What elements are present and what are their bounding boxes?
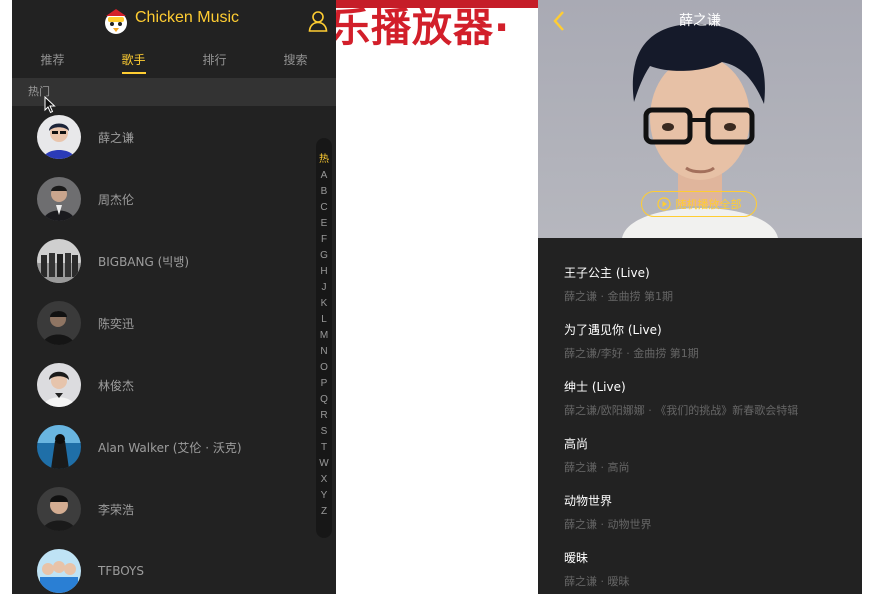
app-header: Chicken Music: [12, 0, 336, 42]
shortcut-item[interactable]: X: [316, 472, 332, 488]
song-name: 动物世界: [564, 494, 613, 508]
avatar: [37, 487, 81, 531]
singer-title: 薛之谦: [679, 13, 721, 29]
singer-detail-screen: 薛之谦 随机播放全部 王子公主 (Live) 薛之谦 · 金曲捞 第1期 为了遇…: [538, 0, 862, 594]
shortcut-item[interactable]: N: [316, 344, 332, 360]
singer-item[interactable]: 陈奕迅: [12, 292, 336, 354]
song-name: 王子公主 (Live): [564, 266, 650, 280]
song-item[interactable]: 王子公主 (Live) 薛之谦 · 金曲捞 第1期: [538, 252, 862, 309]
tab-recommend[interactable]: 推荐: [12, 42, 93, 78]
random-play-all-button[interactable]: 随机播放全部: [641, 191, 757, 217]
shortcut-item[interactable]: P: [316, 376, 332, 392]
group-title-hot: 热门: [12, 78, 336, 106]
song-name: 高尚: [564, 437, 589, 451]
singer-name: 陈奕迅: [98, 316, 135, 331]
singer-item[interactable]: TFBOYS: [12, 540, 336, 594]
avatar: [37, 549, 81, 593]
song-item[interactable]: 为了遇见你 (Live) 薛之谦/李好 · 金曲捞 第1期: [538, 309, 862, 366]
shortcut-item[interactable]: Q: [316, 392, 332, 408]
shortcut-item[interactable]: E: [316, 216, 332, 232]
app-title: Chicken Music: [135, 9, 240, 26]
shortcut-item[interactable]: K: [316, 296, 332, 312]
shortcut-item[interactable]: Z: [316, 504, 332, 520]
singer-item[interactable]: BIGBANG (빅뱅): [12, 230, 336, 292]
singer-name: Alan Walker (艾伦 · 沃克): [98, 440, 242, 455]
singer-item[interactable]: 林俊杰: [12, 354, 336, 416]
song-name: 暧昧: [564, 551, 589, 565]
play-circle-icon: [656, 197, 671, 211]
singer-name: 李荣浩: [98, 502, 135, 517]
song-name: 绅士 (Live): [564, 380, 626, 394]
song-item[interactable]: 绅士 (Live) 薛之谦/欧阳娜娜 · 《我们的挑战》新春歌会特辑: [538, 366, 862, 423]
shortcut-item[interactable]: L: [316, 312, 332, 328]
shortcut-item[interactable]: 热: [316, 152, 332, 168]
song-desc: 薛之谦 · 高尚: [564, 461, 630, 474]
tab-singer[interactable]: 歌手: [93, 42, 174, 78]
shortcut-item[interactable]: B: [316, 184, 332, 200]
singer-item[interactable]: 李荣浩: [12, 478, 336, 540]
shortcut-item[interactable]: M: [316, 328, 332, 344]
avatar: [37, 177, 81, 221]
tab-rank[interactable]: 排行: [174, 42, 255, 78]
song-desc: 薛之谦 · 动物世界: [564, 518, 652, 531]
shortcut-item[interactable]: W: [316, 456, 332, 472]
song-item[interactable]: 暧昧 薛之谦 · 暧昧: [538, 537, 862, 594]
chicken-logo: [105, 9, 127, 34]
random-play-all-label: 随机播放全部: [675, 198, 742, 211]
song-name: 为了遇见你 (Live): [564, 323, 662, 337]
song-desc: 薛之谦/李好 · 金曲捞 第1期: [564, 347, 699, 360]
mouse-cursor-icon: [44, 96, 56, 114]
tab-search[interactable]: 搜索: [255, 42, 336, 78]
song-item[interactable]: 高尚 薛之谦 · 高尚: [538, 423, 862, 480]
shortcut-item[interactable]: H: [316, 264, 332, 280]
song-desc: 薛之谦/欧阳娜娜 · 《我们的挑战》新春歌会特辑: [564, 404, 799, 417]
song-list: 王子公主 (Live) 薛之谦 · 金曲捞 第1期 为了遇见你 (Live) 薛…: [538, 252, 862, 594]
avatar: [37, 239, 81, 283]
song-item[interactable]: 动物世界 薛之谦 · 动物世界: [538, 480, 862, 537]
shortcut-item[interactable]: O: [316, 360, 332, 376]
song-desc: 薛之谦 · 暧昧: [564, 575, 630, 588]
shortcut-item[interactable]: R: [316, 408, 332, 424]
singer-name: TFBOYS: [98, 564, 144, 578]
singer-name: BIGBANG (빅뱅): [98, 254, 190, 269]
singer-item[interactable]: 周杰伦: [12, 168, 336, 230]
singer-list-screen: Chicken Music 推荐 歌手 排行 搜索 热门 薛之谦 周杰伦 BIG…: [12, 0, 336, 594]
shortcut-item[interactable]: F: [316, 232, 332, 248]
shortcut-item[interactable]: G: [316, 248, 332, 264]
shortcut-item[interactable]: T: [316, 440, 332, 456]
avatar: [37, 115, 81, 159]
singer-item[interactable]: Alan Walker (艾伦 · 沃克): [12, 416, 336, 478]
avatar: [37, 363, 81, 407]
background-title: 乐播放器·: [330, 0, 550, 60]
user-icon[interactable]: [308, 10, 328, 32]
singer-list: 薛之谦 周杰伦 BIGBANG (빅뱅) 陈奕迅 林俊杰 Alan Walker…: [12, 106, 336, 594]
shortcut-item[interactable]: S: [316, 424, 332, 440]
background-title-text: 乐播放器·: [330, 5, 511, 51]
shortcut-item[interactable]: Y: [316, 488, 332, 504]
singer-item[interactable]: 薛之谦: [12, 106, 336, 168]
avatar: [37, 425, 81, 469]
singer-name: 林俊杰: [98, 378, 135, 393]
shortcut-item[interactable]: A: [316, 168, 332, 184]
shortcut-item[interactable]: C: [316, 200, 332, 216]
singer-name: 周杰伦: [98, 192, 135, 207]
song-desc: 薛之谦 · 金曲捞 第1期: [564, 290, 673, 303]
alphabet-shortcut-bar[interactable]: 热 A B C E F G H J K L M N O P Q R S T W …: [316, 138, 332, 538]
avatar: [37, 301, 81, 345]
shortcut-item[interactable]: J: [316, 280, 332, 296]
tab-bar: 推荐 歌手 排行 搜索: [12, 42, 336, 78]
background-red-strip: [330, 0, 550, 8]
singer-name: 薛之谦: [98, 130, 135, 145]
